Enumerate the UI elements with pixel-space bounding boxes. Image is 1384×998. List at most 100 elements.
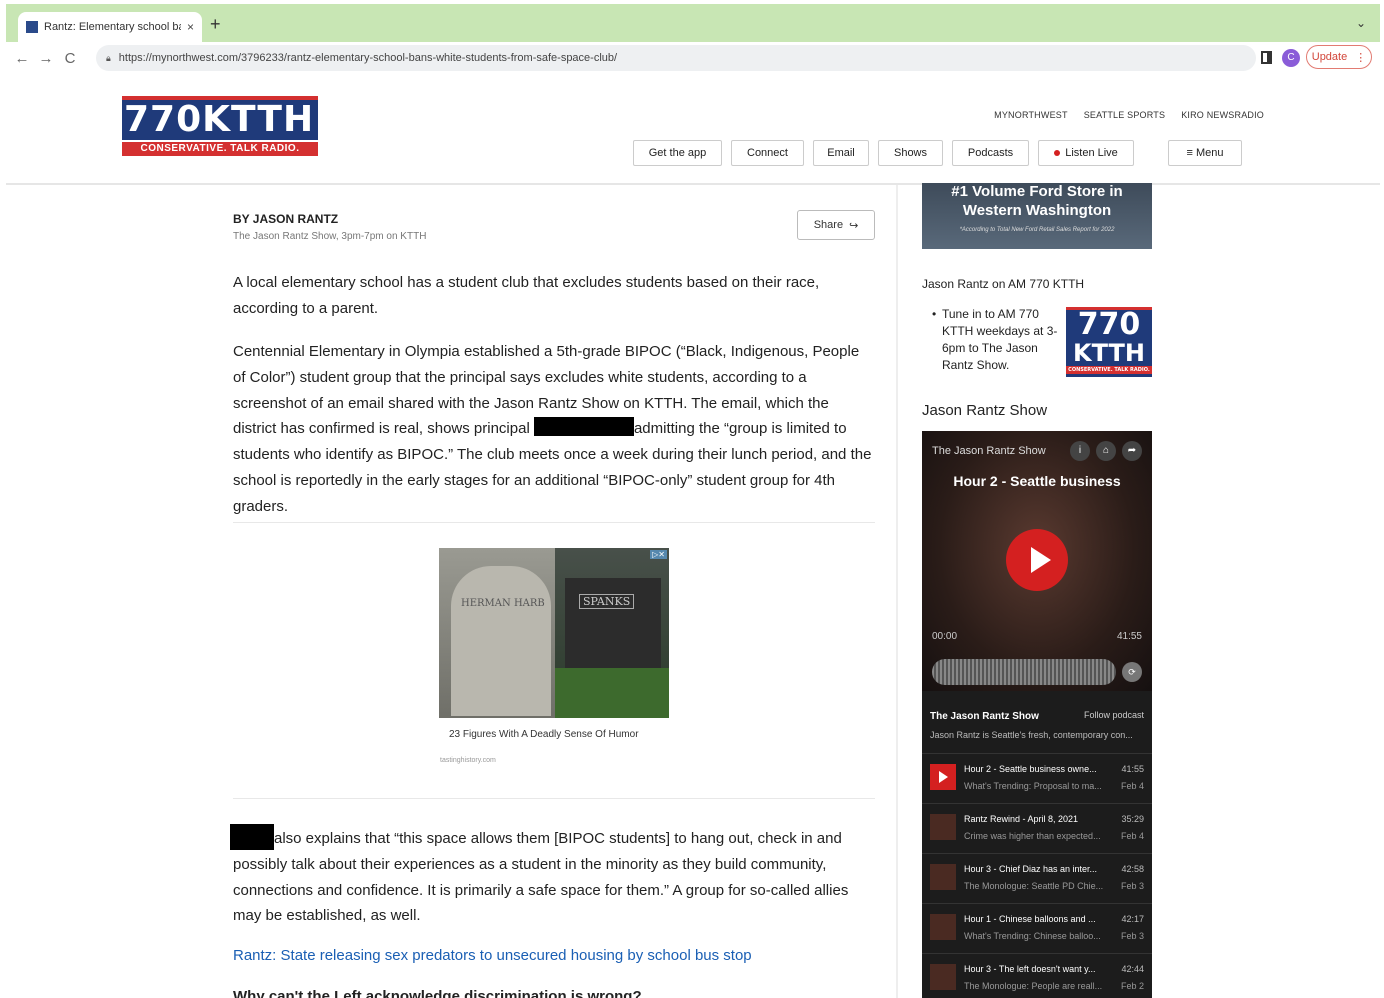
profile-avatar[interactable]: C — [1282, 49, 1300, 67]
logo-tagline: CONSERVATIVE. TALK RADIO. — [122, 142, 318, 156]
ad-caption[interactable]: 23 Figures With A Deadly Sense Of Humor — [449, 729, 639, 740]
tab-search-chevron-icon[interactable]: ⌄ — [1356, 16, 1366, 30]
site-favicon-icon — [26, 21, 38, 33]
gravestone-left: HERMAN HARB — [439, 548, 555, 718]
episode-row[interactable]: Hour 2 - Seattle business owne... What's… — [922, 753, 1152, 803]
reload-icon[interactable]: C — [58, 50, 82, 67]
kebab-menu-icon: ⋮ — [1355, 51, 1367, 64]
redacted-name-box-2 — [230, 824, 274, 850]
promo-fineprint: *According to Total New Ford Retail Sale… — [959, 227, 1115, 233]
new-tab-button[interactable]: + — [210, 14, 221, 35]
episode-date: Feb 3 — [1120, 931, 1144, 941]
site-logo[interactable]: 770KTTH CONSERVATIVE. TALK RADIO. — [122, 96, 318, 158]
ad-divider-top — [233, 522, 875, 523]
episode-duration: 42:58 — [1121, 864, 1144, 874]
episode-title: Rantz Rewind - April 8, 2021 — [964, 814, 1079, 824]
gravestone-right: SPANKS — [555, 548, 669, 718]
article-paragraph-3: also explains that “this space allows th… — [230, 824, 873, 929]
episode-row[interactable]: Rantz Rewind - April 8, 2021 Crime was h… — [922, 803, 1152, 853]
article-paragraph-1: A local elementary school has a student … — [233, 274, 820, 317]
connect-button[interactable]: Connect — [731, 140, 804, 166]
email-button[interactable]: Email — [813, 140, 869, 166]
player-show-brand: The Jason Rantz Show — [932, 445, 1046, 457]
sponsored-ad-image[interactable]: HERMAN HARB SPANKS ▷✕ — [439, 548, 669, 718]
episode-title: Hour 2 - Seattle business owne... — [964, 764, 1097, 774]
share-arrow-icon: ↪ — [849, 219, 859, 232]
episode-subtitle: Crime was higher than expected... — [964, 831, 1101, 841]
episode-list: Hour 2 - Seattle business owne... What's… — [922, 753, 1152, 998]
episode-row[interactable]: Hour 1 - Chinese balloons and ... What's… — [922, 903, 1152, 953]
podcasts-button[interactable]: Podcasts — [952, 140, 1029, 166]
episode-title: Hour 3 - The left doesn't want y... — [964, 964, 1096, 974]
episode-title: Hour 3 - Chief Diaz has an inter... — [964, 864, 1098, 874]
gravestone-right-text: SPANKS — [579, 594, 635, 609]
link-mynorthwest[interactable]: MYNORTHWEST — [994, 110, 1068, 120]
episode-row[interactable]: Hour 3 - Chief Diaz has an inter... The … — [922, 853, 1152, 903]
forward-arrow-icon[interactable]: → — [34, 50, 58, 67]
info-icon[interactable]: i — [1070, 441, 1090, 461]
audio-scrubber[interactable] — [932, 659, 1116, 685]
author-show-info: The Jason Rantz Show, 3pm-7pm on KTTH — [233, 231, 427, 242]
promo-line-1: #1 Volume Ford Store in — [951, 183, 1123, 200]
episode-subtitle: What's Trending: Chinese balloo... — [964, 931, 1101, 941]
network-links: MYNORTHWEST SEATTLE SPORTS KIRO NEWSRADI… — [994, 110, 1264, 120]
sidebar-divider — [896, 185, 898, 998]
episode-duration: 41:55 — [1121, 764, 1144, 774]
follow-podcast-button[interactable]: Follow podcast — [1084, 710, 1144, 720]
share-button[interactable]: Share ↪ — [797, 210, 875, 240]
episode-thumbnail — [930, 814, 956, 840]
shows-button[interactable]: Shows — [878, 140, 943, 166]
now-playing-title: Hour 2 - Seattle business — [953, 473, 1121, 489]
episode-play-icon[interactable] — [930, 764, 956, 790]
dealer-ad-banner[interactable]: #1 Volume Ford Store in Western Washingt… — [922, 183, 1152, 249]
share-icon[interactable]: ➦ — [1122, 441, 1142, 461]
sidebar-heading-show: Jason Rantz Show — [922, 402, 1048, 419]
back-arrow-icon[interactable]: ← — [10, 50, 34, 67]
update-label: Update — [1311, 51, 1348, 63]
tab-close-icon[interactable]: × — [187, 20, 194, 34]
episode-thumbnail — [930, 964, 956, 990]
ad-source[interactable]: tastinghistory.com — [440, 757, 496, 764]
lock-icon: 🔒︎ — [106, 52, 111, 63]
episode-subtitle: The Monologue: Seattle PD Chie... — [964, 881, 1104, 891]
adchoices-icon[interactable]: ▷✕ — [650, 550, 667, 559]
menu-button[interactable]: ≡ Menu — [1168, 140, 1242, 166]
url-text: https://mynorthwest.com/3796233/rantz-el… — [118, 52, 618, 64]
browser-tab-strip: Rantz: Elementary school bans × + ⌄ — [6, 4, 1380, 42]
article-paragraph-2: Centennial Elementary in Olympia establi… — [233, 339, 873, 520]
mini-logo-number: 770 — [1077, 307, 1141, 342]
playback-speed-icon[interactable]: ⟳ — [1122, 662, 1142, 682]
url-bar[interactable]: 🔒︎ https://mynorthwest.com/3796233/rantz… — [96, 45, 1256, 71]
time-elapsed: 00:00 — [932, 631, 958, 642]
episode-date: Feb 2 — [1120, 981, 1144, 991]
author-byline[interactable]: BY JASON RANTZ — [233, 212, 338, 226]
episode-thumbnail — [930, 864, 956, 890]
browser-tab[interactable]: Rantz: Elementary school bans × — [18, 12, 202, 42]
player-show-name[interactable]: The Jason Rantz Show — [930, 711, 1039, 722]
episode-duration: 35:29 — [1121, 814, 1144, 824]
live-dot-icon — [1054, 150, 1061, 156]
update-button[interactable]: Update ⋮ — [1306, 45, 1372, 69]
related-article-link[interactable]: Rantz: State releasing sex predators to … — [233, 947, 752, 964]
link-seattle-sports[interactable]: SEATTLE SPORTS — [1084, 110, 1166, 120]
episode-subtitle: The Monologue: People are reall... — [964, 981, 1103, 991]
ad-divider-bottom — [233, 798, 875, 799]
episode-date: Feb 4 — [1120, 781, 1144, 791]
share-label: Share — [813, 219, 844, 231]
listen-live-button[interactable]: Listen Live — [1038, 140, 1134, 166]
get-the-app-button[interactable]: Get the app — [633, 140, 722, 166]
episode-row[interactable]: Hour 3 - The left doesn't want y... The … — [922, 953, 1152, 998]
link-kiro-newsradio[interactable]: KIRO NEWSRADIO — [1181, 110, 1264, 120]
gravestone-left-text: HERMAN HARB — [461, 598, 545, 609]
sidebar-ktth-logo[interactable]: 770 KTTH CONSERVATIVE. TALK RADIO. — [1066, 307, 1152, 377]
episode-thumbnail — [930, 914, 956, 940]
redacted-name-box — [533, 417, 634, 437]
tab-title: Rantz: Elementary school bans — [44, 21, 181, 33]
episode-duration: 42:44 — [1121, 964, 1144, 974]
episode-date: Feb 3 — [1120, 881, 1144, 891]
mini-logo-letters: KTTH — [1073, 339, 1145, 367]
podcast-icon[interactable]: ⌂ — [1096, 441, 1116, 461]
play-button[interactable] — [1006, 529, 1068, 591]
side-panel-icon[interactable] — [1261, 51, 1272, 64]
logo-wordmark: 770KTTH — [122, 96, 318, 140]
